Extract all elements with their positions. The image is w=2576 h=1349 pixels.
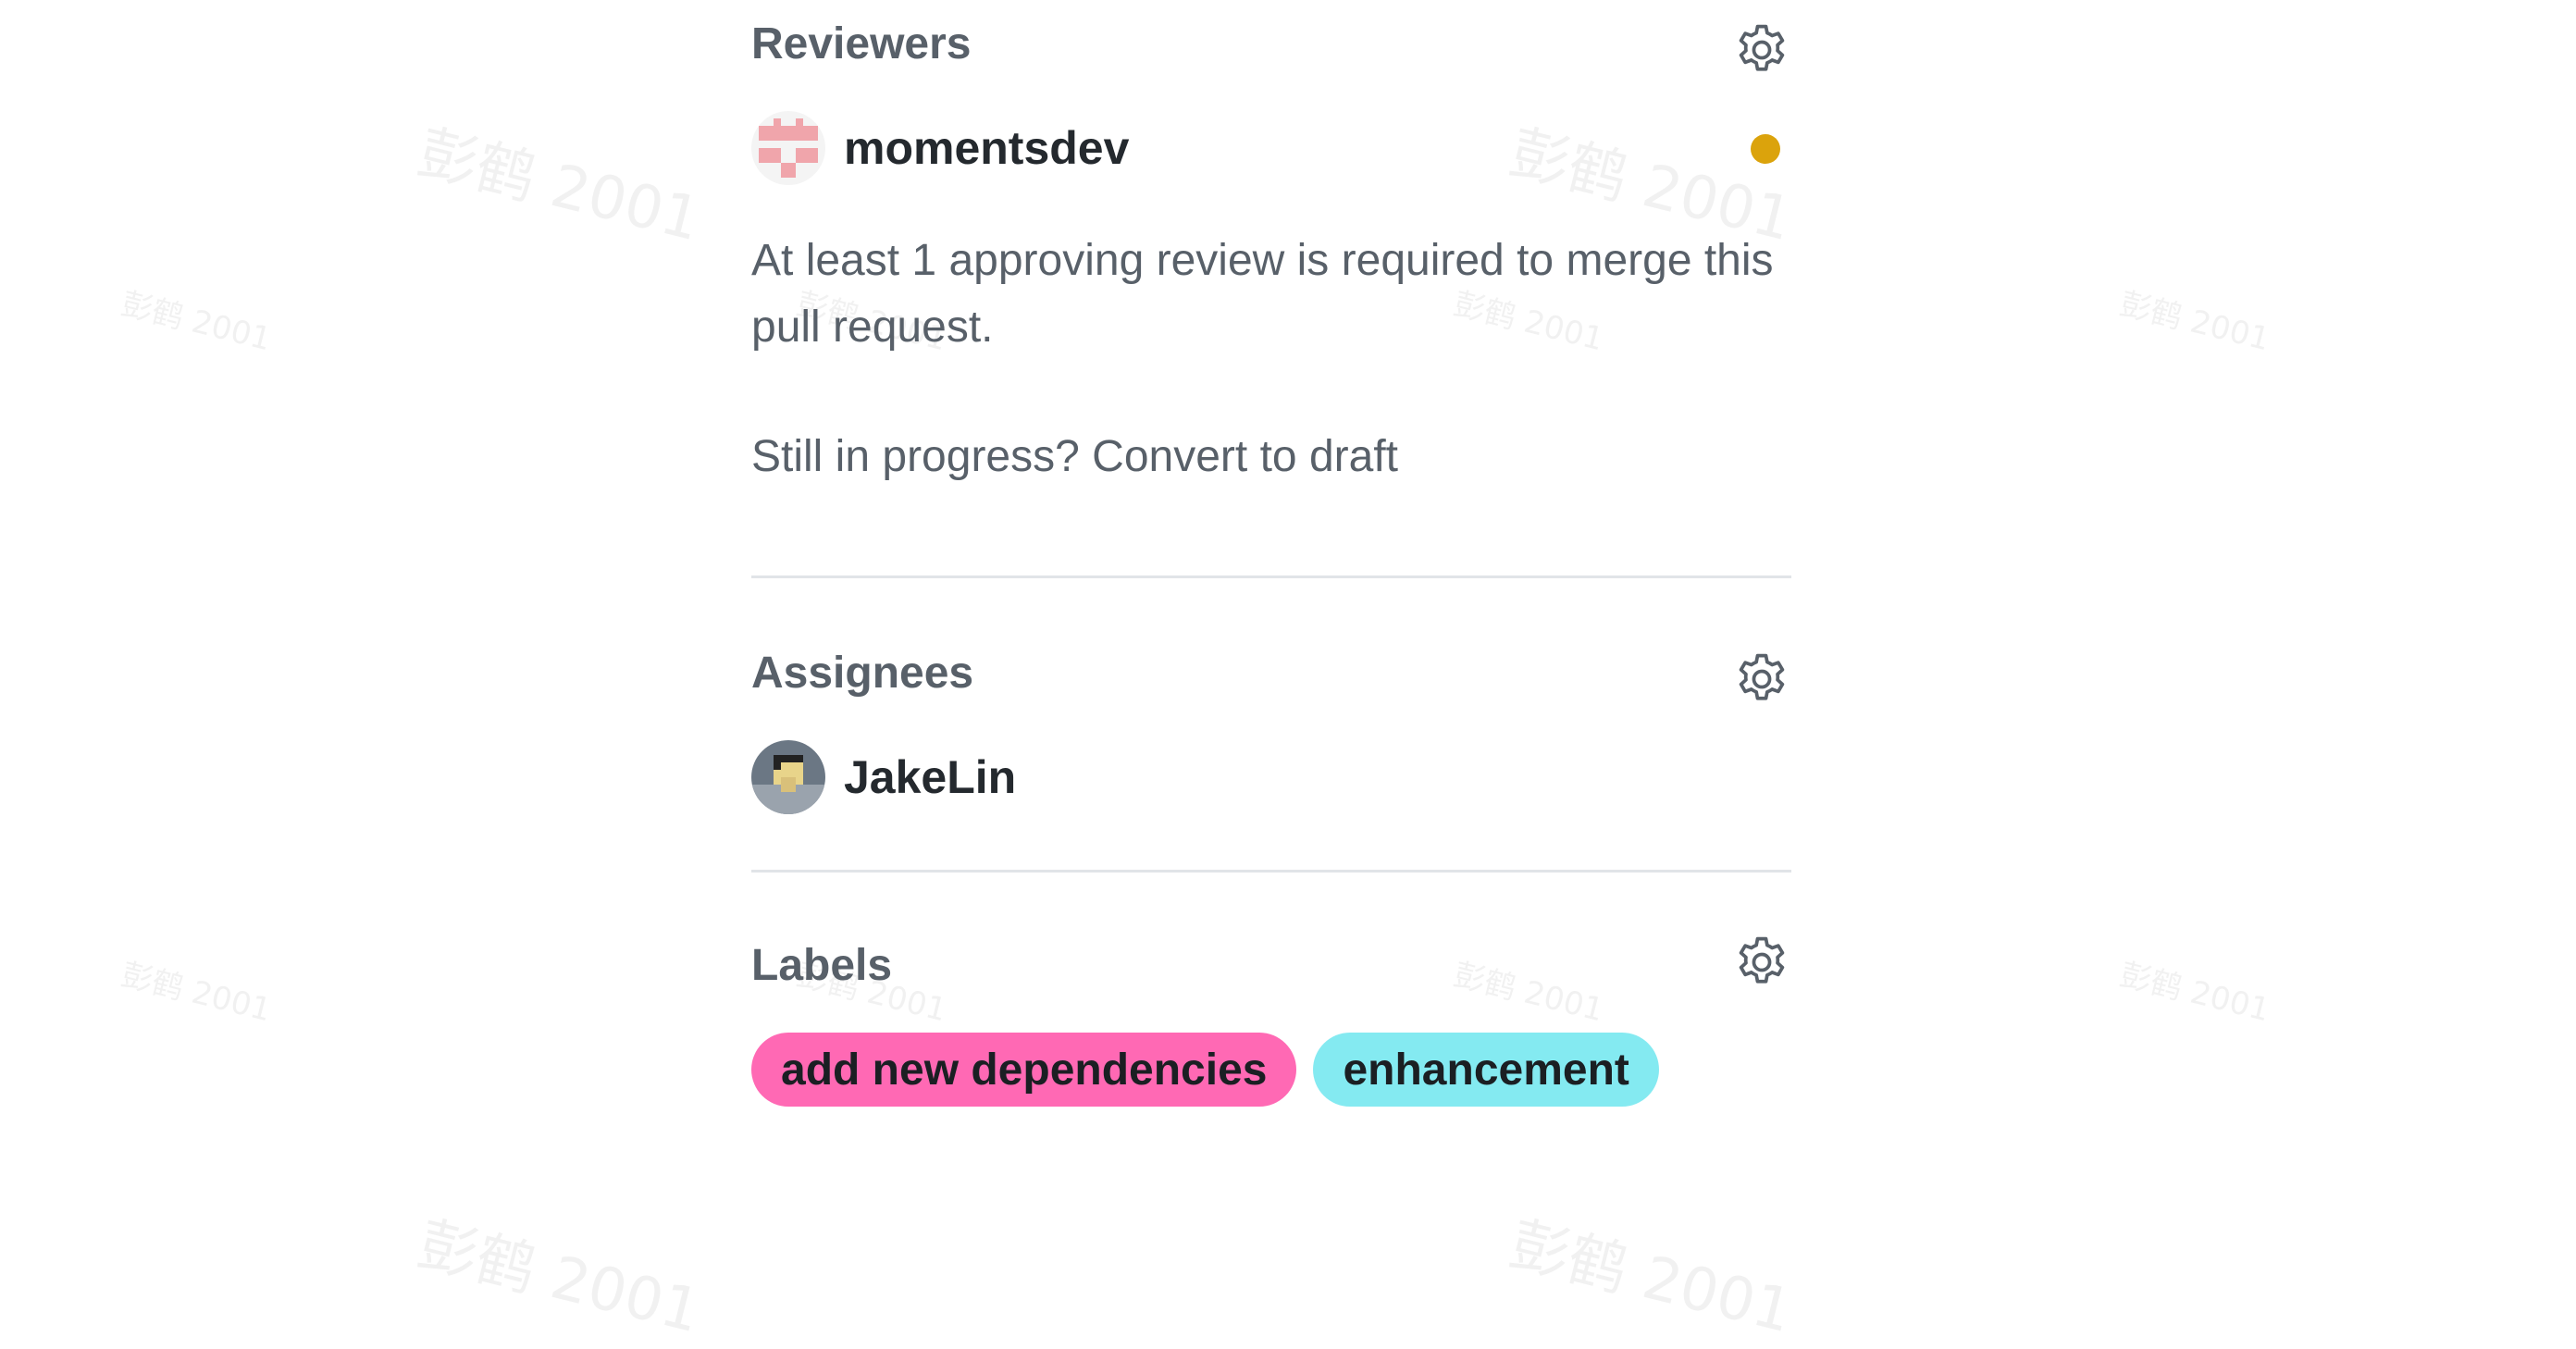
- watermark: 彭鹤 2001: [117, 285, 275, 359]
- label-enhancement[interactable]: enhancement: [1313, 1033, 1659, 1107]
- convert-to-draft-link[interactable]: Convert to draft: [1092, 432, 1398, 481]
- gear-icon[interactable]: [1732, 650, 1791, 709]
- divider: [751, 575, 1791, 578]
- reviewers-title: Reviewers: [751, 19, 972, 68]
- watermark: 彭鹤 2001: [2115, 285, 2273, 359]
- labels-title: Labels: [751, 941, 893, 990]
- reviewer-name[interactable]: momentsdev: [844, 121, 1129, 175]
- watermark: 彭鹤 2001: [411, 118, 708, 255]
- watermark: 彭鹤 2001: [117, 956, 275, 1030]
- reviewer-item[interactable]: momentsdev: [751, 111, 1129, 185]
- assignee-item[interactable]: JakeLin: [751, 740, 1016, 814]
- watermark: 彭鹤 2001: [1503, 1210, 1800, 1347]
- divider: [751, 870, 1791, 873]
- user-avatar: [751, 740, 825, 814]
- draft-prompt: Still in progress? Convert to draft: [751, 431, 1398, 482]
- watermark: 彭鹤 2001: [411, 1210, 708, 1347]
- assignees-title: Assignees: [751, 649, 974, 698]
- watermark: 彭鹤 2001: [2115, 956, 2273, 1030]
- pending-status-dot: [1751, 134, 1780, 164]
- assignee-name[interactable]: JakeLin: [844, 750, 1016, 804]
- draft-prefix: Still in progress?: [751, 432, 1080, 481]
- identicon-avatar: [751, 111, 825, 185]
- watermark: 彭鹤 2001: [1449, 956, 1607, 1030]
- gear-icon[interactable]: [1732, 20, 1791, 80]
- labels-list: add new dependencies enhancement: [751, 1033, 1659, 1107]
- label-add-new-dependencies[interactable]: add new dependencies: [751, 1033, 1297, 1107]
- gear-icon[interactable]: [1732, 933, 1791, 992]
- approval-requirement-text: At least 1 approving review is required …: [751, 236, 1774, 352]
